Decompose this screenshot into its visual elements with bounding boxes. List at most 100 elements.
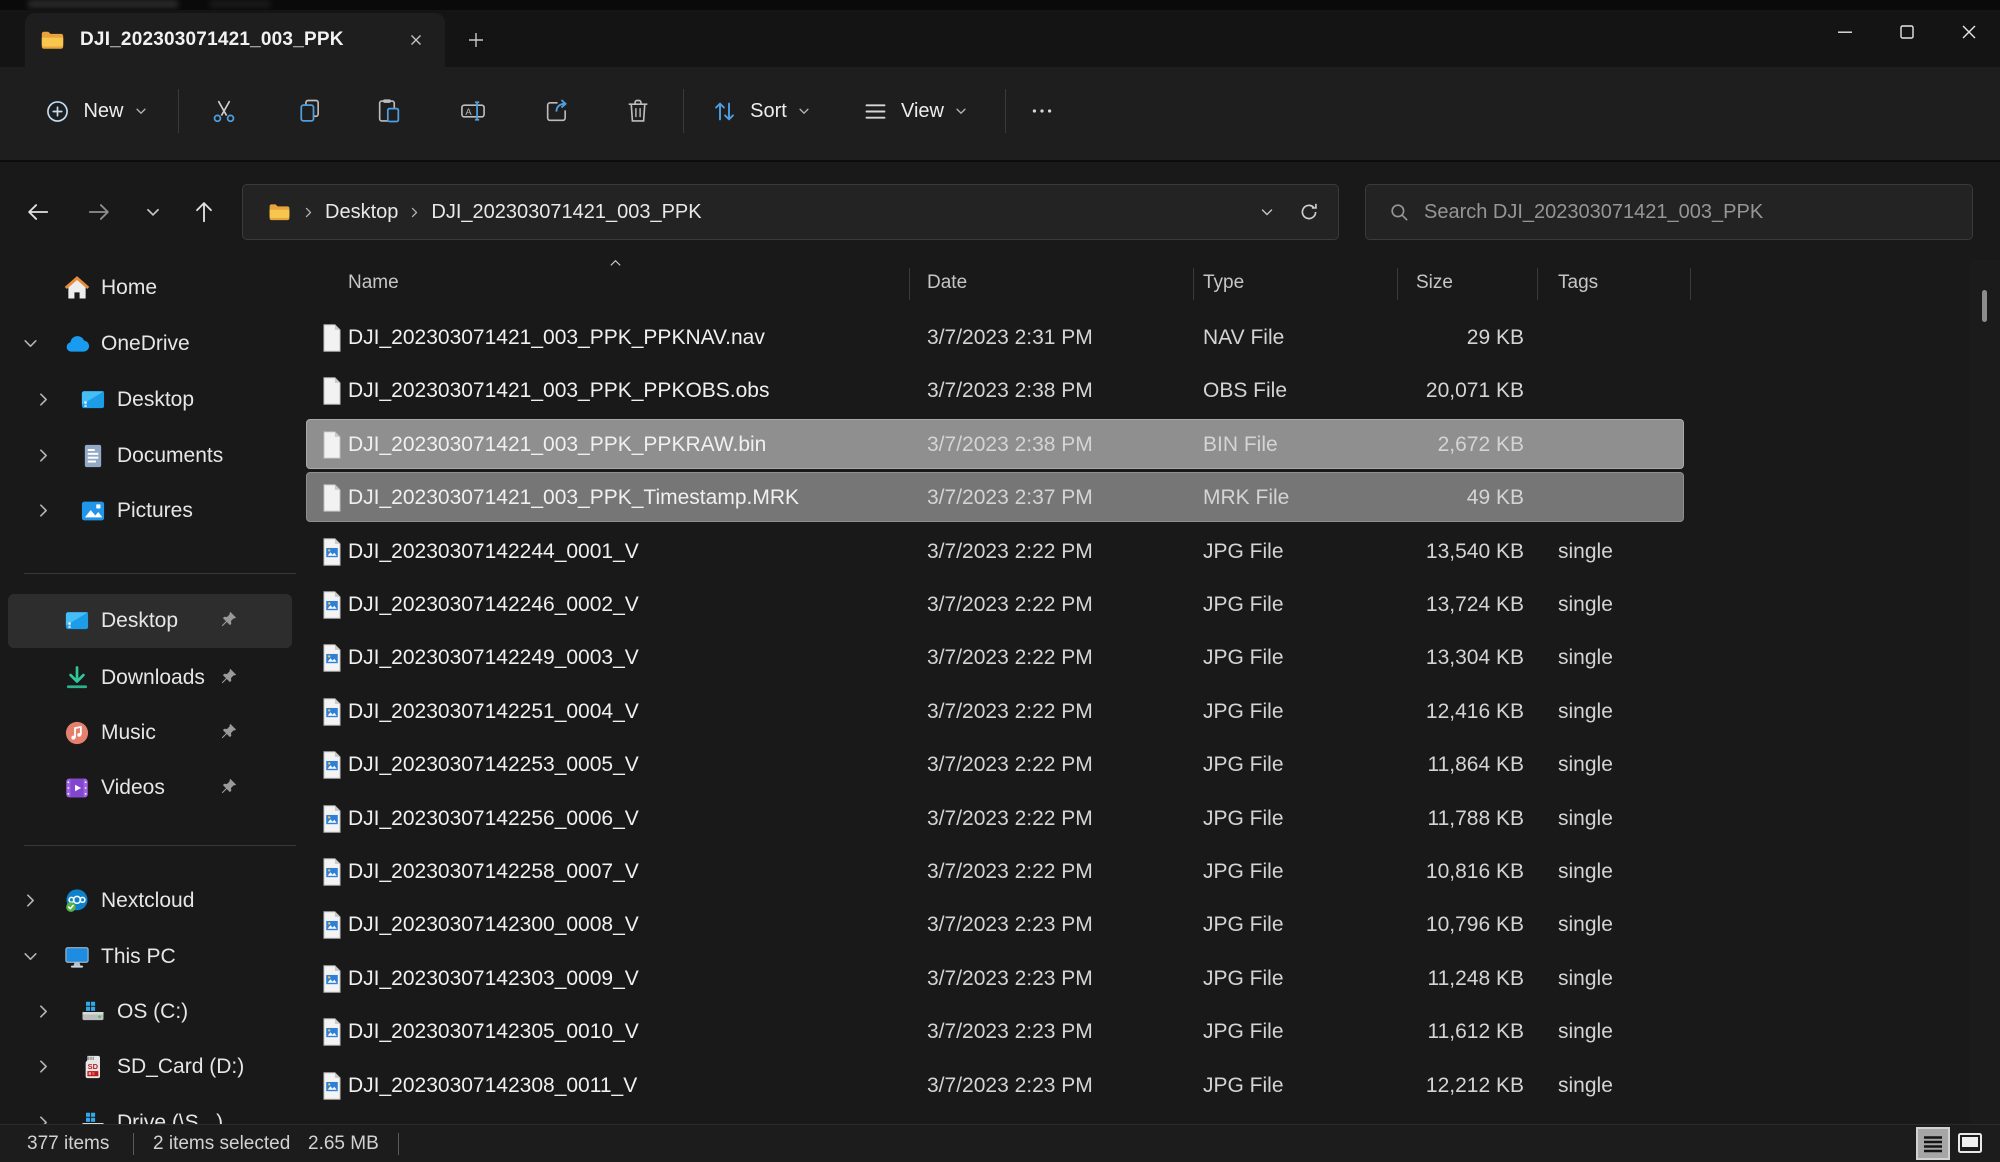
thumbnails-view-button[interactable] bbox=[1953, 1127, 1987, 1160]
column-separator[interactable] bbox=[909, 268, 910, 300]
cut-button[interactable] bbox=[198, 85, 250, 137]
sidebar-item-desktop[interactable]: Desktop bbox=[0, 378, 302, 422]
chevron-right-icon[interactable] bbox=[35, 502, 52, 519]
file-row[interactable]: DJI_20230307142251_0004_V3/7/2023 2:22 P… bbox=[302, 685, 2000, 738]
new-button[interactable]: New bbox=[26, 85, 166, 137]
new-tab-button[interactable] bbox=[458, 24, 494, 56]
back-button[interactable] bbox=[16, 190, 60, 234]
tab-close-button[interactable] bbox=[401, 25, 431, 55]
sidebar-item-this-pc[interactable]: This PC bbox=[0, 935, 302, 979]
chevron-right-icon[interactable] bbox=[35, 391, 52, 408]
search-box[interactable]: Search DJI_202303071421_003_PPK bbox=[1365, 184, 1973, 240]
status-separator bbox=[398, 1133, 399, 1155]
recent-locations-button[interactable] bbox=[131, 190, 175, 234]
chevron-right-icon[interactable] bbox=[22, 892, 39, 909]
column-header-size[interactable]: Size bbox=[1416, 272, 1453, 294]
chevron-right-icon[interactable] bbox=[35, 1058, 52, 1075]
column-header-date[interactable]: Date bbox=[927, 272, 967, 294]
paste-button[interactable] bbox=[363, 85, 415, 137]
column-header-name[interactable]: Name bbox=[348, 272, 399, 294]
file-type: JPG File bbox=[1203, 525, 1284, 578]
file-row[interactable]: DJI_20230307142246_0002_V3/7/2023 2:22 P… bbox=[302, 578, 2000, 631]
scrollbar-thumb[interactable] bbox=[1982, 290, 1987, 322]
file-row[interactable]: DJI_20230307142300_0008_V3/7/2023 2:23 P… bbox=[302, 898, 2000, 951]
file-row[interactable]: DJI_202303071421_003_PPK_PPKOBS.obs3/7/2… bbox=[302, 364, 2000, 417]
share-button[interactable] bbox=[531, 85, 583, 137]
sidebar-item-home[interactable]: Home bbox=[0, 266, 302, 310]
rename-button[interactable]: A bbox=[447, 85, 499, 137]
address-bar[interactable]: Desktop DJI_202303071421_003_PPK bbox=[242, 184, 1339, 240]
sidebar-item-os-c[interactable]: OS (C:) bbox=[0, 990, 302, 1034]
copy-button[interactable] bbox=[284, 85, 336, 137]
file-row[interactable]: DJI_20230307142256_0006_V3/7/2023 2:22 P… bbox=[302, 792, 2000, 845]
chevron-right-icon[interactable] bbox=[35, 1003, 52, 1020]
breadcrumb-current-folder[interactable]: DJI_202303071421_003_PPK bbox=[431, 201, 701, 224]
maximize-button[interactable] bbox=[1876, 10, 1938, 54]
chevron-down-icon bbox=[954, 104, 968, 118]
chevron-down-icon[interactable] bbox=[22, 948, 39, 965]
file-row[interactable]: DJI_20230307142303_0009_V3/7/2023 2:23 P… bbox=[302, 952, 2000, 1005]
scrollbar-track[interactable] bbox=[1970, 260, 2000, 1124]
file-type: JPG File bbox=[1203, 792, 1284, 845]
column-separator[interactable] bbox=[1690, 268, 1691, 300]
view-button[interactable]: View bbox=[852, 85, 978, 137]
details-view-button[interactable] bbox=[1916, 1127, 1950, 1160]
minimize-button[interactable] bbox=[1814, 10, 1876, 54]
pin-icon bbox=[218, 610, 238, 630]
close-button[interactable] bbox=[1938, 10, 2000, 54]
file-row[interactable]: DJI_20230307142253_0005_V3/7/2023 2:22 P… bbox=[302, 738, 2000, 791]
sidebar-item-pictures[interactable]: Pictures bbox=[0, 489, 302, 533]
file-type: NAV File bbox=[1203, 311, 1284, 364]
sidebar-item-drive-s[interactable]: Drive (\S...) bbox=[0, 1101, 302, 1124]
file-row[interactable]: DJI_202303071421_003_PPK_PPKRAW.bin3/7/2… bbox=[302, 418, 2000, 471]
file-row[interactable]: DJI_20230307142258_0007_V3/7/2023 2:22 P… bbox=[302, 845, 2000, 898]
sort-button[interactable]: Sort bbox=[700, 85, 822, 137]
paste-icon bbox=[375, 97, 403, 125]
address-dropdown-button[interactable] bbox=[1246, 191, 1288, 233]
desktop-icon bbox=[63, 607, 91, 635]
sidebar-item-nextcloud[interactable]: Nextcloud bbox=[0, 879, 302, 923]
file-row[interactable]: DJI_20230307142305_0010_V3/7/2023 2:23 P… bbox=[302, 1005, 2000, 1058]
file-size: 13,304 KB bbox=[1324, 631, 1524, 684]
file-row[interactable]: DJI_20230307142249_0003_V3/7/2023 2:22 P… bbox=[302, 631, 2000, 684]
file-size: 10,796 KB bbox=[1324, 898, 1524, 951]
videos-icon bbox=[63, 774, 91, 802]
maximize-icon bbox=[1895, 20, 1919, 44]
search-icon bbox=[1388, 201, 1410, 223]
sidebar-item-documents[interactable]: Documents bbox=[0, 434, 302, 478]
navigation-pane: Home OneDrive Desktop Documents Pictures Desk… bbox=[0, 260, 302, 1124]
file-name: DJI_202303071421_003_PPK_PPKOBS.obs bbox=[348, 364, 770, 417]
folder-tab[interactable]: DJI_202303071421_003_PPK bbox=[25, 13, 445, 67]
refresh-button[interactable] bbox=[1288, 191, 1330, 233]
file-row[interactable]: DJI_202303071421_003_PPK_PPKNAV.nav3/7/2… bbox=[302, 311, 2000, 364]
chevron-down-icon[interactable] bbox=[22, 335, 39, 352]
file-row[interactable]: DJI_20230307142244_0001_V3/7/2023 2:22 P… bbox=[302, 525, 2000, 578]
column-separator[interactable] bbox=[1537, 268, 1538, 300]
sidebar-item-onedrive[interactable]: OneDrive bbox=[0, 322, 302, 366]
sidebar-item-downloads[interactable]: Downloads bbox=[0, 656, 302, 700]
breadcrumb-desktop[interactable]: Desktop bbox=[325, 201, 398, 224]
chevron-right-icon[interactable] bbox=[35, 1114, 52, 1124]
delete-button[interactable] bbox=[612, 85, 664, 137]
search-placeholder: Search DJI_202303071421_003_PPK bbox=[1424, 201, 1763, 224]
column-separator[interactable] bbox=[1193, 268, 1194, 300]
forward-button[interactable] bbox=[77, 190, 121, 234]
column-separator[interactable] bbox=[1397, 268, 1398, 300]
chevron-right-icon[interactable] bbox=[35, 447, 52, 464]
sidebar-item-desktop[interactable]: Desktop bbox=[0, 599, 302, 643]
column-header-tags[interactable]: Tags bbox=[1558, 272, 1598, 294]
file-row[interactable]: DJI_20230307142308_0011_V3/7/2023 2:23 P… bbox=[302, 1059, 2000, 1112]
chevron-down-icon bbox=[144, 203, 162, 221]
pictures-icon bbox=[79, 497, 107, 525]
up-button[interactable] bbox=[182, 190, 226, 234]
column-header-type[interactable]: Type bbox=[1203, 272, 1244, 294]
more-options-button[interactable] bbox=[1016, 85, 1068, 137]
column-header-row: Name Date Type Size Tags bbox=[302, 260, 2000, 310]
file-date: 3/7/2023 2:22 PM bbox=[927, 578, 1093, 631]
file-explorer-window: DJI_202303071421_003_PPK bbox=[0, 0, 2000, 1162]
sidebar-item-music[interactable]: Music bbox=[0, 711, 302, 755]
file-row[interactable]: DJI_202303071421_003_PPK_Timestamp.MRK3/… bbox=[302, 471, 2000, 524]
close-icon bbox=[408, 32, 424, 48]
sidebar-item-videos[interactable]: Videos bbox=[0, 766, 302, 810]
sidebar-item-sd-card-d[interactable]: SDSD_Card (D:) bbox=[0, 1045, 302, 1089]
